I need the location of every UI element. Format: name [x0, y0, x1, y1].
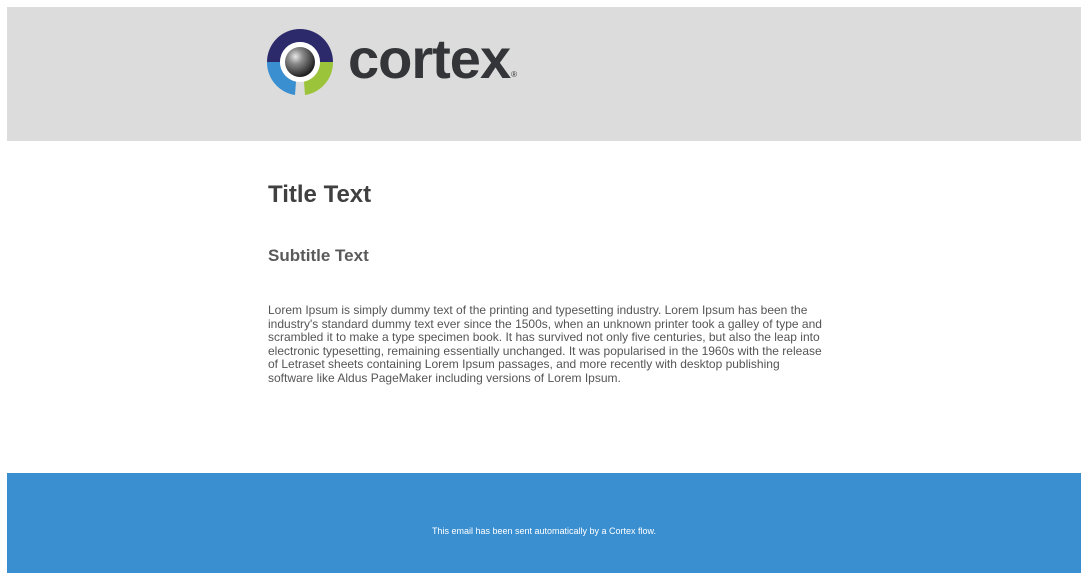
- email-frame: cortex® Title Text Subtitle Text Lorem I…: [7, 7, 1081, 573]
- footer-note: This email has been sent automatically b…: [431, 526, 657, 536]
- cortex-wordmark: cortex®: [348, 27, 517, 90]
- email-header: cortex®: [7, 7, 1081, 141]
- cortex-logo: cortex®: [260, 27, 517, 95]
- registered-mark: ®: [511, 70, 517, 79]
- cortex-logo-icon: [266, 29, 334, 95]
- page-title: Title Text: [268, 181, 372, 208]
- email-footer: This email has been sent automatically b…: [7, 473, 1081, 573]
- body-paragraph: Lorem Ipsum is simply dummy text of the …: [268, 303, 822, 385]
- page-subtitle: Subtitle Text: [268, 246, 369, 265]
